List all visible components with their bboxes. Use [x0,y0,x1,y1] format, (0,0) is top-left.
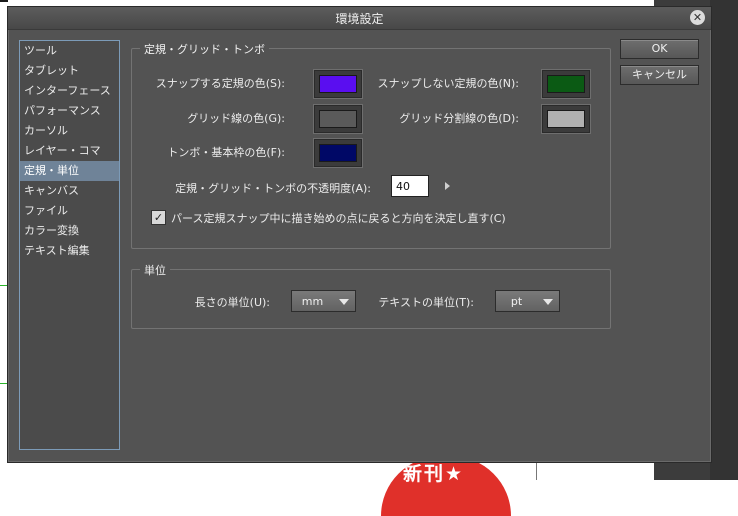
grid-color-button[interactable] [314,105,362,133]
nosnap-ruler-color-swatch [547,75,585,93]
category-item[interactable]: レイヤー・コマ [20,141,119,161]
category-item[interactable]: ファイル [20,201,119,221]
ok-button[interactable]: OK [620,39,699,59]
text-unit-value: pt [510,295,523,308]
category-item[interactable]: パフォーマンス [20,101,119,121]
grid-color-swatch [319,110,357,128]
snap-ruler-color-swatch [319,75,357,93]
dialog-titlebar[interactable]: 環境設定 ✕ [8,7,711,30]
opacity-label: 定規・グリッド・トンボの不透明度(A): [175,182,371,195]
category-item[interactable]: カラー変換 [20,221,119,241]
dialog-title: 環境設定 [335,12,384,26]
perspective-snap-checkbox[interactable]: ✓ [151,210,166,225]
snap-ruler-color-button[interactable] [314,70,362,98]
category-item[interactable]: キャンバス [20,181,119,201]
bg-stroke [0,0,8,2]
length-unit-value: mm [301,295,324,308]
snap-ruler-color-label: スナップする定規の色(S): [155,77,285,90]
perspective-snap-label: パース定規スナップ中に描き始めの点に戻ると方向を決定し直す(C) [171,212,506,225]
trim-mark-color-swatch [319,144,357,162]
length-unit-label: 長さの単位(U): [194,296,270,309]
category-list: ツール タブレット インターフェース パフォーマンス カーソル レイヤー・コマ … [19,40,120,450]
trim-mark-color-label: トンボ・基本枠の色(F): [167,146,285,159]
grid-division-color-label: グリッド分割線の色(D): [399,112,519,125]
bg-panel-line [536,461,537,480]
chevron-down-icon [339,299,349,305]
text-unit-select[interactable]: pt [495,290,560,312]
opacity-input[interactable]: 40 [391,175,429,197]
category-item[interactable]: ツール [20,41,119,61]
length-unit-select[interactable]: mm [291,290,356,312]
category-item[interactable]: インターフェース [20,81,119,101]
category-item[interactable]: カーソル [20,121,119,141]
nosnap-ruler-color-button[interactable] [542,70,590,98]
unit-group: 単位 長さの単位(U): mm テキストの単位(T): pt [131,262,611,329]
grid-division-color-button[interactable] [542,105,590,133]
grid-division-color-swatch [547,110,585,128]
close-icon[interactable]: ✕ [690,10,705,25]
category-item[interactable]: タブレット [20,61,119,81]
ruler-grid-group: 定規・グリッド・トンボ スナップする定規の色(S): スナップしない定規の色(N… [131,41,611,249]
bg-badge-text: 新刊★ [403,463,465,485]
category-item-selected[interactable]: 定規・単位 [20,161,119,181]
chevron-down-icon [543,299,553,305]
nosnap-ruler-color-label: スナップしない定規の色(N): [377,77,519,90]
opacity-slider-arrow-icon[interactable] [445,182,450,190]
cancel-button[interactable]: キャンセル [620,65,699,85]
ruler-grid-group-title: 定規・グリッド・トンボ [140,41,269,57]
text-unit-label: テキストの単位(T): [378,296,474,309]
trim-mark-color-button[interactable] [314,139,362,167]
bg-badge: 新刊★ [381,456,511,516]
preferences-dialog: 環境設定 ✕ ツール タブレット インターフェース パフォーマンス カーソル レ… [7,6,712,463]
grid-color-label: グリッド線の色(G): [187,112,285,125]
bg-side-panel-edge [710,0,738,480]
unit-group-title: 単位 [140,262,170,278]
category-item[interactable]: テキスト編集 [20,241,119,261]
